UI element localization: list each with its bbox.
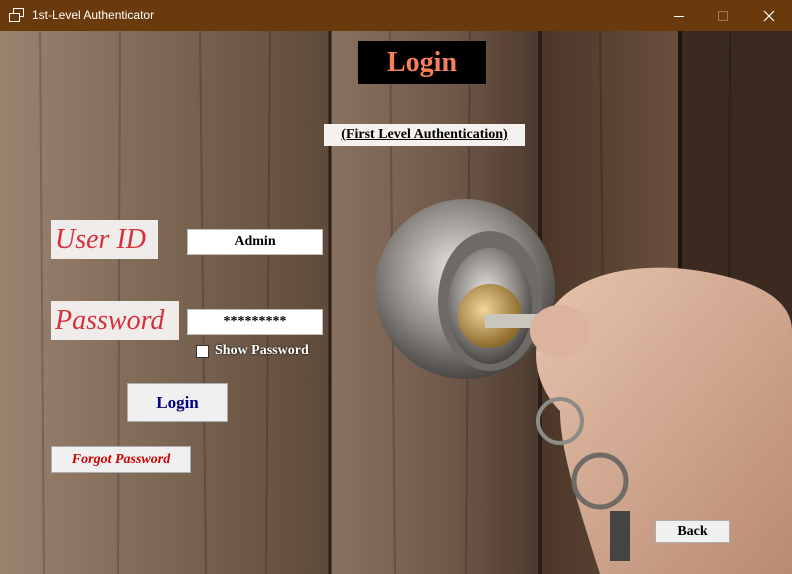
password-input[interactable]: ********* — [187, 309, 323, 335]
maximize-icon — [718, 10, 728, 21]
page-title: Login — [358, 41, 486, 84]
user-id-label: User ID — [51, 220, 158, 259]
app-window-icon — [9, 8, 24, 22]
user-id-input[interactable]: Admin — [187, 229, 323, 255]
password-label: Password — [51, 301, 179, 340]
login-button[interactable]: Login — [127, 383, 228, 422]
show-password-label: Show Password — [215, 343, 309, 358]
maximize-button[interactable] — [700, 0, 746, 31]
minimize-button[interactable] — [656, 0, 702, 31]
window-title: 1st-Level Authenticator — [32, 8, 155, 22]
forgot-password-button[interactable]: Forgot Password — [51, 446, 191, 473]
back-button[interactable]: Back — [655, 520, 730, 543]
app-window: 1st-Level Authenticator Login (First Lev… — [0, 0, 792, 574]
show-password-toggle[interactable]: Show Password — [196, 343, 309, 359]
close-icon — [763, 10, 775, 21]
minimize-icon — [674, 15, 684, 17]
subtitle: (First Level Authentication) — [324, 124, 525, 146]
title-bar[interactable]: 1st-Level Authenticator — [0, 0, 792, 31]
close-button[interactable] — [746, 0, 792, 31]
show-password-checkbox[interactable] — [196, 344, 209, 358]
